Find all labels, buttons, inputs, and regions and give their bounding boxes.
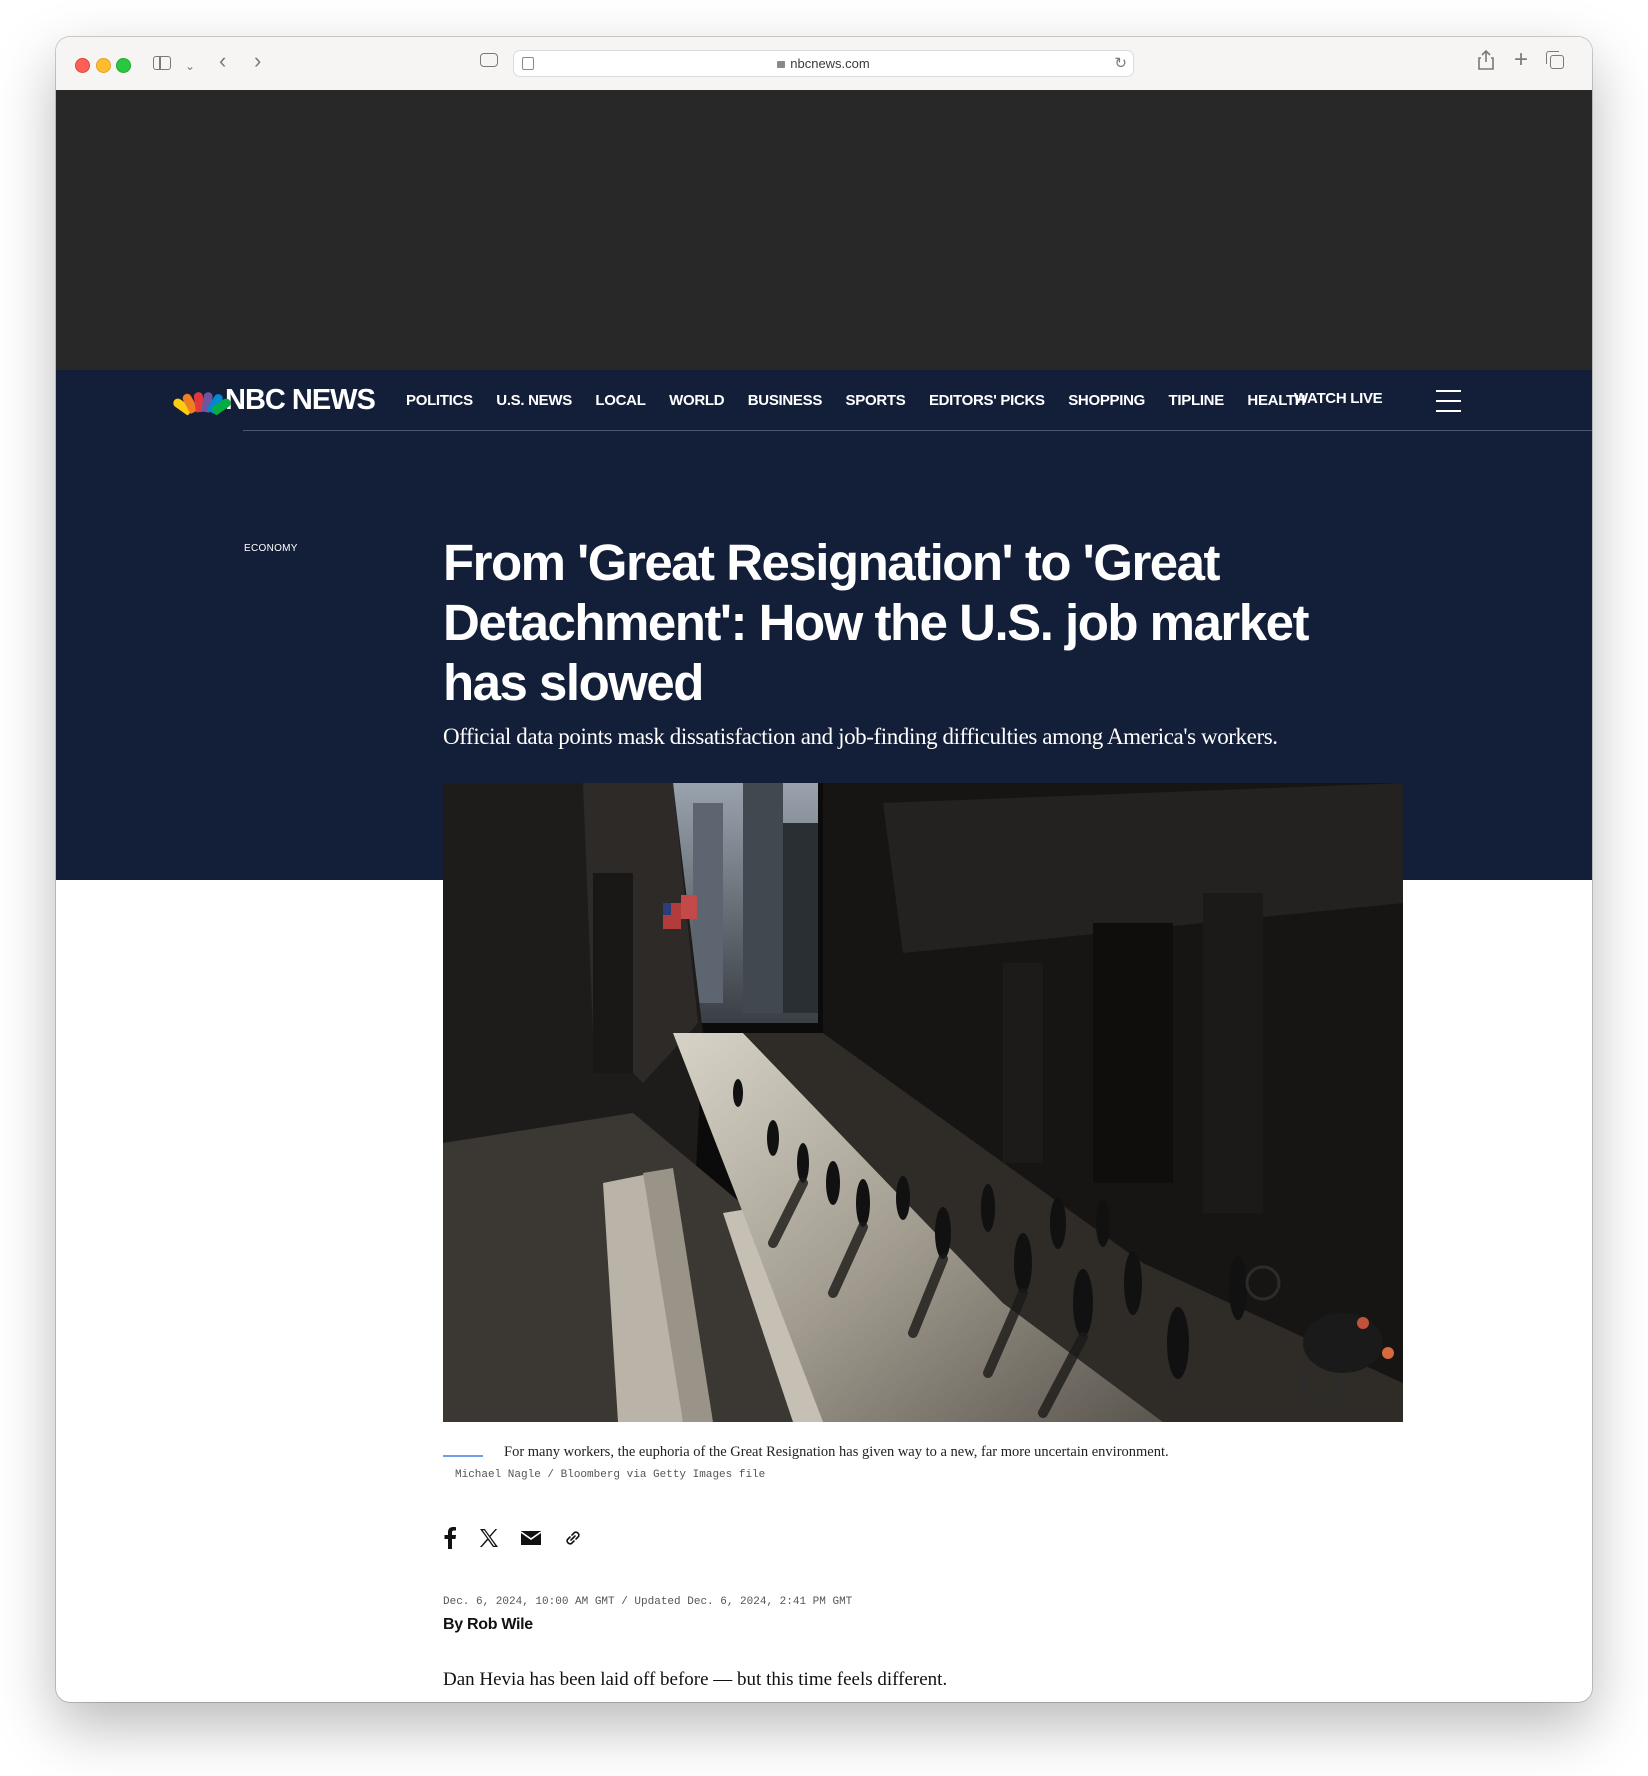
url-text: nbcnews.com	[790, 56, 870, 71]
share-row	[443, 1526, 605, 1554]
chevron-down-icon[interactable]: ⌄	[185, 54, 195, 78]
section-label[interactable]: ECONOMY	[244, 543, 298, 554]
article-dates: Dec. 6, 2024, 10:00 AM GMT / Updated Dec…	[443, 1596, 853, 1608]
hamburger-menu-icon[interactable]	[1436, 390, 1461, 412]
lock-icon	[777, 61, 786, 68]
nav-item-business[interactable]: BUSINESS	[748, 392, 823, 409]
nav-item-us-news[interactable]: U.S. NEWS	[496, 392, 572, 409]
link-icon[interactable]	[563, 1528, 583, 1553]
ad-banner	[56, 90, 1592, 370]
nav-menu: POLITICS U.S. NEWS LOCAL WORLD BUSINESS …	[406, 370, 1329, 430]
logo-text: NBC NEWS	[225, 383, 376, 416]
nav-item-editors-picks[interactable]: EDITORS' PICKS	[929, 392, 1045, 409]
sidebar-toggle-icon[interactable]	[153, 56, 171, 70]
close-window-button[interactable]	[75, 58, 90, 73]
nav-item-sports[interactable]: SPORTS	[846, 392, 906, 409]
x-icon[interactable]	[479, 1528, 499, 1553]
reader-mode-icon[interactable]	[480, 53, 498, 67]
browser-toolbar: ⌄ ‹ › nbcnews.com ↻ +	[56, 37, 1592, 91]
hero-photo[interactable]	[443, 783, 1403, 1422]
nav-item-tipline[interactable]: TIPLINE	[1169, 392, 1225, 409]
nav-item-shopping[interactable]: SHOPPING	[1068, 392, 1145, 409]
back-arrow-icon[interactable]: ‹	[219, 49, 226, 73]
new-tab-icon[interactable]: +	[1514, 48, 1528, 72]
peacock-icon	[171, 388, 233, 416]
minimize-window-button[interactable]	[96, 58, 111, 73]
caption-accent-line	[443, 1455, 483, 1457]
photo-caption: For many workers, the euphoria of the Gr…	[504, 1444, 1169, 1460]
facebook-icon[interactable]	[443, 1526, 457, 1554]
nbc-news-logo[interactable]: NBC NEWS	[171, 383, 376, 416]
nav-item-politics[interactable]: POLITICS	[406, 392, 473, 409]
nav-divider	[243, 430, 1592, 431]
forward-arrow-icon[interactable]: ›	[254, 49, 261, 73]
address-bar[interactable]: nbcnews.com ↻	[513, 50, 1134, 77]
url-display[interactable]: nbcnews.com	[514, 56, 1133, 71]
reload-icon[interactable]: ↻	[1114, 54, 1127, 72]
nav-item-world[interactable]: WORLD	[669, 392, 724, 409]
browser-window: ⌄ ‹ › nbcnews.com ↻ + NBC NEWS POLITICS …	[56, 37, 1592, 1702]
photo-credit: Michael Nagle / Bloomberg via Getty Imag…	[455, 1469, 766, 1481]
article-headline: From 'Great Resignation' to 'Great Detac…	[443, 534, 1309, 711]
email-icon[interactable]	[520, 1530, 542, 1550]
byline[interactable]: By Rob Wile	[443, 1616, 533, 1634]
watch-live-link[interactable]: WATCH LIVE	[1294, 390, 1383, 407]
site-nav: NBC NEWS POLITICS U.S. NEWS LOCAL WORLD …	[56, 370, 1592, 431]
article-first-paragraph: Dan Hevia has been laid off before — but…	[443, 1669, 948, 1690]
zoom-window-button[interactable]	[116, 58, 131, 73]
share-icon[interactable]	[1478, 49, 1494, 76]
nav-item-local[interactable]: LOCAL	[595, 392, 645, 409]
tab-overview-icon[interactable]	[1546, 51, 1564, 69]
article-dek: Official data points mask dissatisfactio…	[443, 724, 1278, 749]
